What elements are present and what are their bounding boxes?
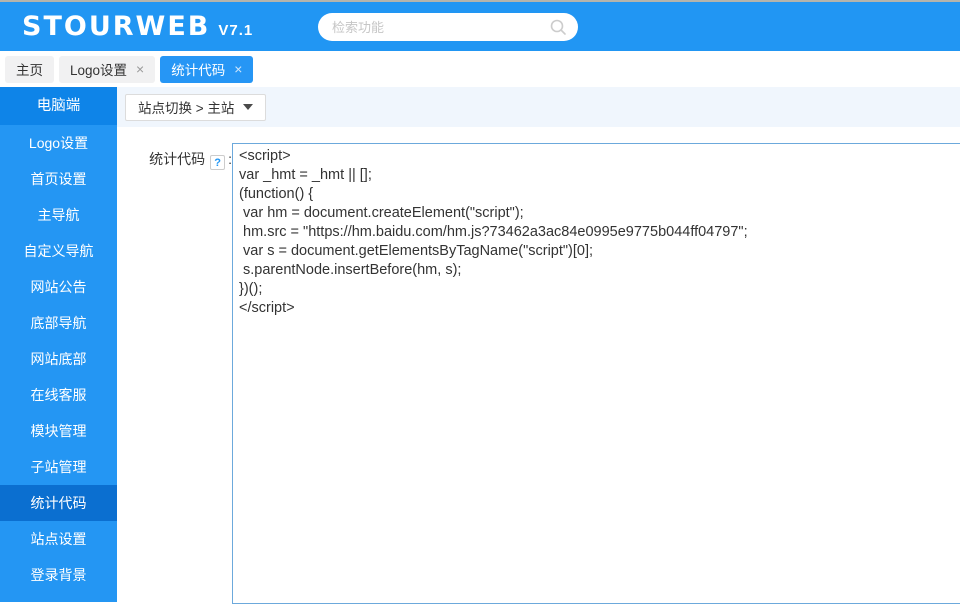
sidebar-item[interactable]: 子站管理	[0, 449, 117, 485]
sidebar-item[interactable]: 登录背景	[0, 557, 117, 593]
body-layout: 电脑端 Logo设置首页设置主导航自定义导航网站公告底部导航网站底部在线客服模块…	[0, 87, 960, 602]
close-icon[interactable]: ×	[234, 62, 242, 76]
code-textarea[interactable]: <script> var _hmt = _hmt || []; (functio…	[232, 143, 960, 604]
app-logo: STOURWEB V7.1	[22, 11, 253, 42]
tab-item[interactable]: 统计代码 ×	[160, 56, 253, 83]
sidebar-item[interactable]: 主导航	[0, 197, 117, 233]
toolbar: 站点切换 > 主站	[117, 87, 960, 127]
sidebar-item[interactable]: 网站底部	[0, 341, 117, 377]
logo-text: STOURWEB	[22, 11, 210, 42]
sidebar-item[interactable]: 首页设置	[0, 161, 117, 197]
search-icon[interactable]	[549, 18, 567, 36]
logo-version: V7.1	[218, 22, 253, 39]
field-label: 统计代码?:	[117, 143, 232, 602]
sidebar-item[interactable]: 在线客服	[0, 377, 117, 413]
app-header: STOURWEB V7.1	[0, 2, 960, 51]
sidebar-item[interactable]: Logo设置	[0, 125, 117, 161]
sidebar-item[interactable]: 自定义导航	[0, 233, 117, 269]
sidebar: 电脑端 Logo设置首页设置主导航自定义导航网站公告底部导航网站底部在线客服模块…	[0, 87, 117, 602]
tab-label: Logo设置	[70, 59, 127, 79]
sidebar-item[interactable]: 网站公告	[0, 269, 117, 305]
sidebar-item[interactable]: 站点设置	[0, 521, 117, 557]
sidebar-item[interactable]: 底部导航	[0, 305, 117, 341]
tab-bar: 主页 Logo设置 × 统计代码 ×	[0, 51, 960, 87]
field-label-text: 统计代码	[149, 151, 205, 167]
site-switch-button[interactable]: 站点切换 > 主站	[125, 94, 266, 121]
tab-item[interactable]: 主页	[5, 56, 54, 83]
caret-down-icon	[243, 104, 253, 110]
search-input[interactable]	[318, 13, 578, 41]
close-icon[interactable]: ×	[136, 62, 144, 76]
help-icon[interactable]: ?	[210, 155, 225, 170]
sidebar-nav: Logo设置首页设置主导航自定义导航网站公告底部导航网站底部在线客服模块管理子站…	[0, 125, 117, 593]
main-content: 站点切换 > 主站 统计代码?: <script> var _hmt = _hm…	[117, 87, 960, 602]
sidebar-item[interactable]: 统计代码	[0, 485, 117, 521]
sidebar-item[interactable]: 模块管理	[0, 413, 117, 449]
tab-item[interactable]: Logo设置 ×	[59, 56, 155, 83]
sidebar-section-pc[interactable]: 电脑端	[0, 87, 117, 125]
search-box	[318, 13, 578, 41]
tab-label: 主页	[16, 59, 43, 79]
form-row: 统计代码?: <script> var _hmt = _hmt || []; (…	[117, 143, 960, 602]
site-switch-label: 站点切换 > 主站	[138, 97, 234, 117]
tab-label: 统计代码	[171, 59, 225, 79]
